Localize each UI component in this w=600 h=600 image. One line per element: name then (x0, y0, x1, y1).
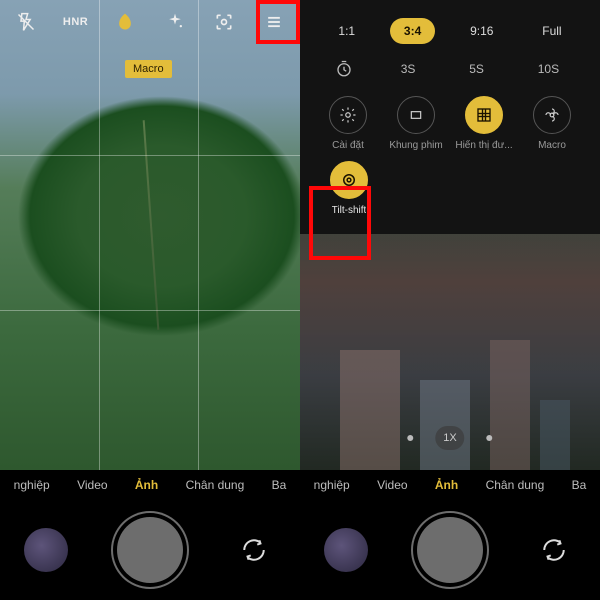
zoom-selector[interactable]: 1X (407, 426, 492, 450)
zoom-dot[interactable] (487, 435, 493, 441)
timer-option[interactable]: 3S (387, 56, 430, 82)
ratio-option-active[interactable]: 3:4 (390, 18, 435, 44)
screen-right: 1X 1:1 3:4 9:16 Full 3S 5S 10S Cài đặt K… (300, 0, 600, 600)
gear-icon (329, 96, 367, 134)
options-row-1: Cài đặt Khung phim Hiển thị đư... Macro (314, 96, 586, 151)
grid-icon (465, 96, 503, 134)
mode-item[interactable]: Ba (272, 478, 287, 492)
option-settings[interactable]: Cài đặt (317, 96, 379, 151)
gallery-thumbnail[interactable] (324, 528, 368, 572)
mode-item[interactable]: Video (77, 478, 107, 492)
frame-icon (397, 96, 435, 134)
mode-badge: Macro (125, 60, 172, 78)
gridline-v1 (99, 0, 100, 470)
mode-item[interactable]: Video (377, 478, 407, 492)
shutter-button[interactable] (117, 517, 183, 583)
zoom-level[interactable]: 1X (435, 426, 464, 450)
option-gridlines[interactable]: Hiển thị đư... (453, 96, 515, 151)
zoom-dot[interactable] (407, 435, 413, 441)
hdr-icon[interactable]: HNR (56, 11, 96, 33)
flash-off-icon[interactable] (6, 11, 46, 33)
mode-item-active[interactable]: Ảnh (435, 478, 458, 492)
option-label: Macro (538, 140, 566, 151)
target-icon (330, 161, 368, 199)
flower-icon (533, 96, 571, 134)
leaf-icon[interactable] (105, 11, 145, 33)
viewfinder[interactable]: Macro HNR (0, 0, 300, 470)
option-label: Hiển thị đư... (455, 140, 512, 151)
gridline-h1 (0, 155, 300, 156)
ratio-option[interactable]: Full (528, 18, 575, 44)
shutter-button[interactable] (417, 517, 483, 583)
mode-item[interactable]: nghiệp (314, 478, 350, 492)
bottom-controls (300, 500, 600, 600)
mode-item-active[interactable]: Ảnh (135, 478, 158, 492)
timer-row: 3S 5S 10S (314, 56, 586, 82)
timer-option[interactable]: 5S (455, 56, 498, 82)
google-lens-icon[interactable] (204, 11, 244, 33)
aspect-ratio-row: 1:1 3:4 9:16 Full (314, 18, 586, 44)
bottom-controls (0, 500, 300, 600)
screen-left: Macro HNR nghiệp Video Ảnh (0, 0, 300, 600)
timer-icon[interactable] (327, 60, 361, 78)
sparkle-icon[interactable] (155, 11, 195, 33)
option-tiltshift[interactable]: Tilt-shift (318, 161, 380, 216)
ratio-option[interactable]: 1:1 (324, 18, 369, 44)
switch-camera-button[interactable] (532, 528, 576, 572)
option-label: Khung phim (389, 140, 442, 151)
option-label: Cài đặt (332, 140, 364, 151)
mode-item[interactable]: Chân dung (486, 478, 545, 492)
mode-item[interactable]: Ba (572, 478, 587, 492)
gallery-thumbnail[interactable] (24, 528, 68, 572)
timer-option[interactable]: 10S (524, 56, 573, 82)
settings-panel: 1:1 3:4 9:16 Full 3S 5S 10S Cài đặt Khun… (300, 0, 600, 234)
top-icon-bar: HNR (0, 0, 300, 44)
ratio-option[interactable]: 9:16 (456, 18, 507, 44)
gridline-h2 (0, 310, 300, 311)
option-frame[interactable]: Khung phim (385, 96, 447, 151)
option-label: Tilt-shift (332, 205, 367, 216)
mode-selector[interactable]: nghiệp Video Ảnh Chân dung Ba (0, 470, 300, 500)
option-macro[interactable]: Macro (521, 96, 583, 151)
mode-item[interactable]: nghiệp (14, 478, 50, 492)
mode-selector[interactable]: nghiệp Video Ảnh Chân dung Ba (300, 470, 600, 500)
menu-icon[interactable] (254, 11, 294, 33)
options-row-2: Tilt-shift (314, 161, 586, 216)
mode-item[interactable]: Chân dung (186, 478, 245, 492)
leaf-decoration (143, 120, 160, 330)
switch-camera-button[interactable] (232, 528, 276, 572)
gridline-v2 (198, 0, 199, 470)
